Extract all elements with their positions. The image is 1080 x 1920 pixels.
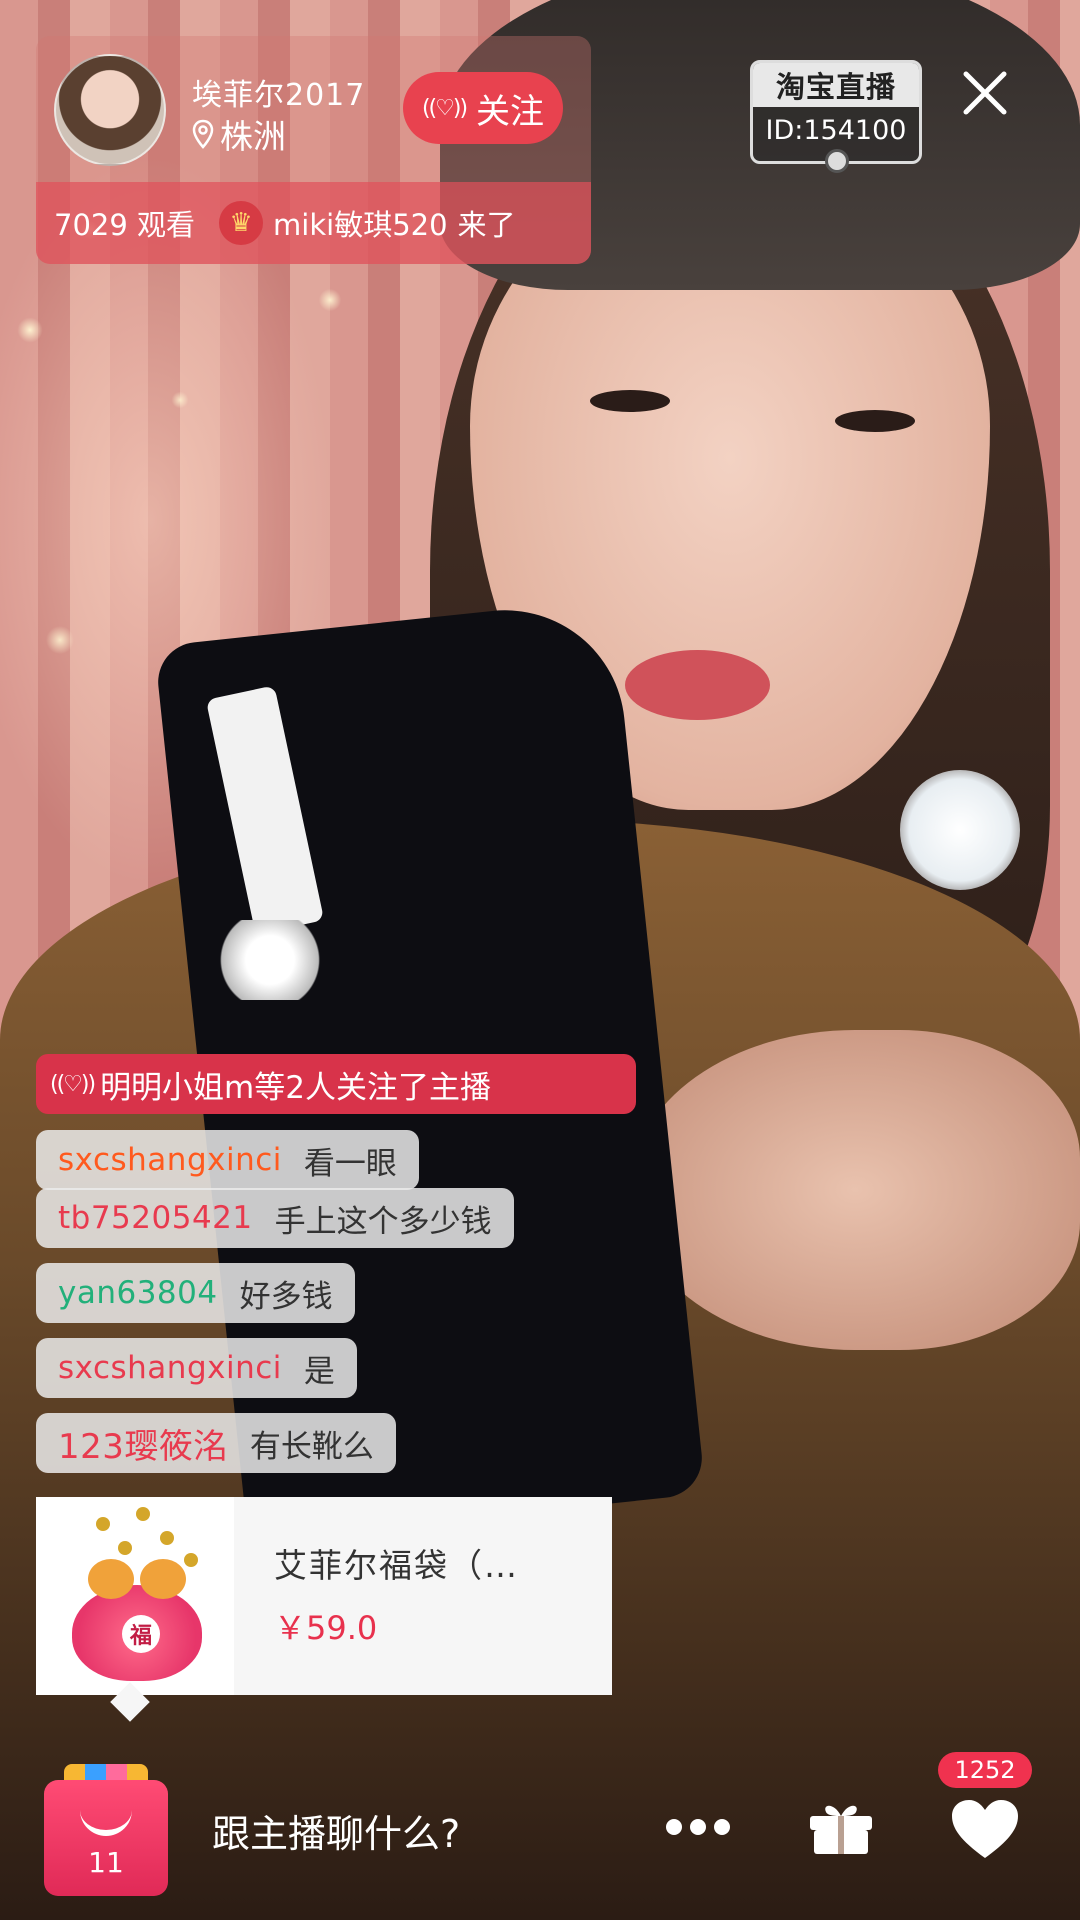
more-dot-icon — [690, 1819, 706, 1835]
follow-heart-icon: ((♡)) — [421, 95, 468, 121]
gift-icon[interactable] — [808, 1798, 874, 1856]
product-card[interactable]: 福 艾菲尔福袋（… ￥59.0 — [36, 1497, 612, 1695]
product-title: 艾菲尔福袋（… — [274, 1546, 519, 1585]
bag-item-count: 11 — [88, 1846, 124, 1879]
viewer-bar: 7029 观看 ♛ miki敏琪520 来了 — [36, 182, 591, 264]
tiger-icon — [140, 1559, 186, 1599]
chat-text: 手上这个多少钱 — [274, 1203, 492, 1240]
host-panel: 埃菲尔2017 株洲 ((♡)) 关注 7029 观看 ♛ miki敏琪520 … — [36, 36, 591, 264]
room-id: ID:154100 — [765, 115, 907, 146]
streamer-hand — [630, 1030, 1080, 1350]
host-info: 埃菲尔2017 株洲 ((♡)) 关注 — [36, 36, 591, 182]
host-name[interactable]: 埃菲尔2017 — [192, 70, 365, 114]
tiger-icon — [88, 1559, 134, 1599]
streamer-eye — [835, 410, 915, 432]
host-location-text: 株洲 — [220, 117, 286, 156]
chat-text: 好多钱 — [239, 1278, 333, 1315]
follow-notice-banner: ((♡)) 明明小姐m等2人关注了主播 — [36, 1054, 636, 1114]
host-location: 株洲 — [192, 110, 286, 158]
location-pin-icon — [192, 119, 214, 149]
coin-icon — [136, 1507, 150, 1521]
chat-user[interactable]: 123璎筱洺 — [58, 1419, 228, 1468]
arrival-notice: ♛ miki敏琪520 来了 — [219, 201, 516, 245]
product-price: ￥59.0 — [274, 1609, 378, 1647]
fu-character: 福 — [122, 1615, 160, 1653]
more-options-button[interactable] — [666, 1812, 730, 1842]
like-count-badge: 1252 — [938, 1752, 1032, 1788]
arrival-text: 来了 — [457, 208, 516, 242]
close-icon[interactable] — [960, 68, 1010, 118]
follow-label: 关注 — [476, 91, 545, 132]
bag-bow — [200, 920, 340, 1000]
more-dot-icon — [666, 1819, 682, 1835]
chat-user[interactable]: tb75205421 — [58, 1200, 253, 1236]
arrival-user: miki敏琪520 — [273, 208, 448, 242]
chat-message: 123璎筱洺 有长靴么 — [36, 1413, 396, 1473]
badge-knob — [825, 149, 849, 173]
chat-message: tb75205421 手上这个多少钱 — [36, 1188, 514, 1248]
chat-user[interactable]: sxcshangxinci — [58, 1142, 282, 1178]
chat-text: 是 — [303, 1353, 335, 1390]
chat-message: sxcshangxinci 看一眼 — [36, 1130, 419, 1190]
coin-icon — [160, 1531, 174, 1545]
coin-icon — [184, 1553, 198, 1567]
chat-message: sxcshangxinci 是 — [36, 1338, 357, 1398]
follow-notice-icon: ((♡)) — [50, 1071, 96, 1097]
chat-user[interactable]: sxcshangxinci — [58, 1350, 282, 1386]
taobao-live-badge: 淘宝直播 ID:154100 — [750, 60, 922, 173]
streamer-eye — [590, 390, 670, 412]
streamer-lips — [625, 650, 770, 720]
more-dot-icon — [714, 1819, 730, 1835]
earring-pompom — [900, 770, 1020, 890]
follow-button[interactable]: ((♡)) 关注 — [403, 72, 563, 144]
coin-icon — [118, 1541, 132, 1555]
crown-icon: ♛ — [219, 201, 264, 245]
host-avatar[interactable] — [54, 54, 166, 166]
heart-icon[interactable] — [950, 1798, 1020, 1860]
shopping-bag-button[interactable]: 11 — [44, 1764, 168, 1896]
chat-message: yan63804 好多钱 — [36, 1263, 355, 1323]
chat-input[interactable]: 跟主播聊什么? — [212, 1795, 732, 1865]
coin-icon — [96, 1517, 110, 1531]
chat-text: 看一眼 — [303, 1145, 397, 1182]
chat-text: 有长靴么 — [249, 1428, 374, 1465]
follow-notice-text: 明明小姐m等2人关注了主播 — [100, 1069, 491, 1106]
chat-user[interactable]: yan63804 — [58, 1275, 218, 1311]
taobao-live-logo: 淘宝直播 — [753, 63, 919, 107]
viewer-count: 7029 观看 — [54, 208, 196, 242]
product-image: 福 — [36, 1497, 234, 1695]
